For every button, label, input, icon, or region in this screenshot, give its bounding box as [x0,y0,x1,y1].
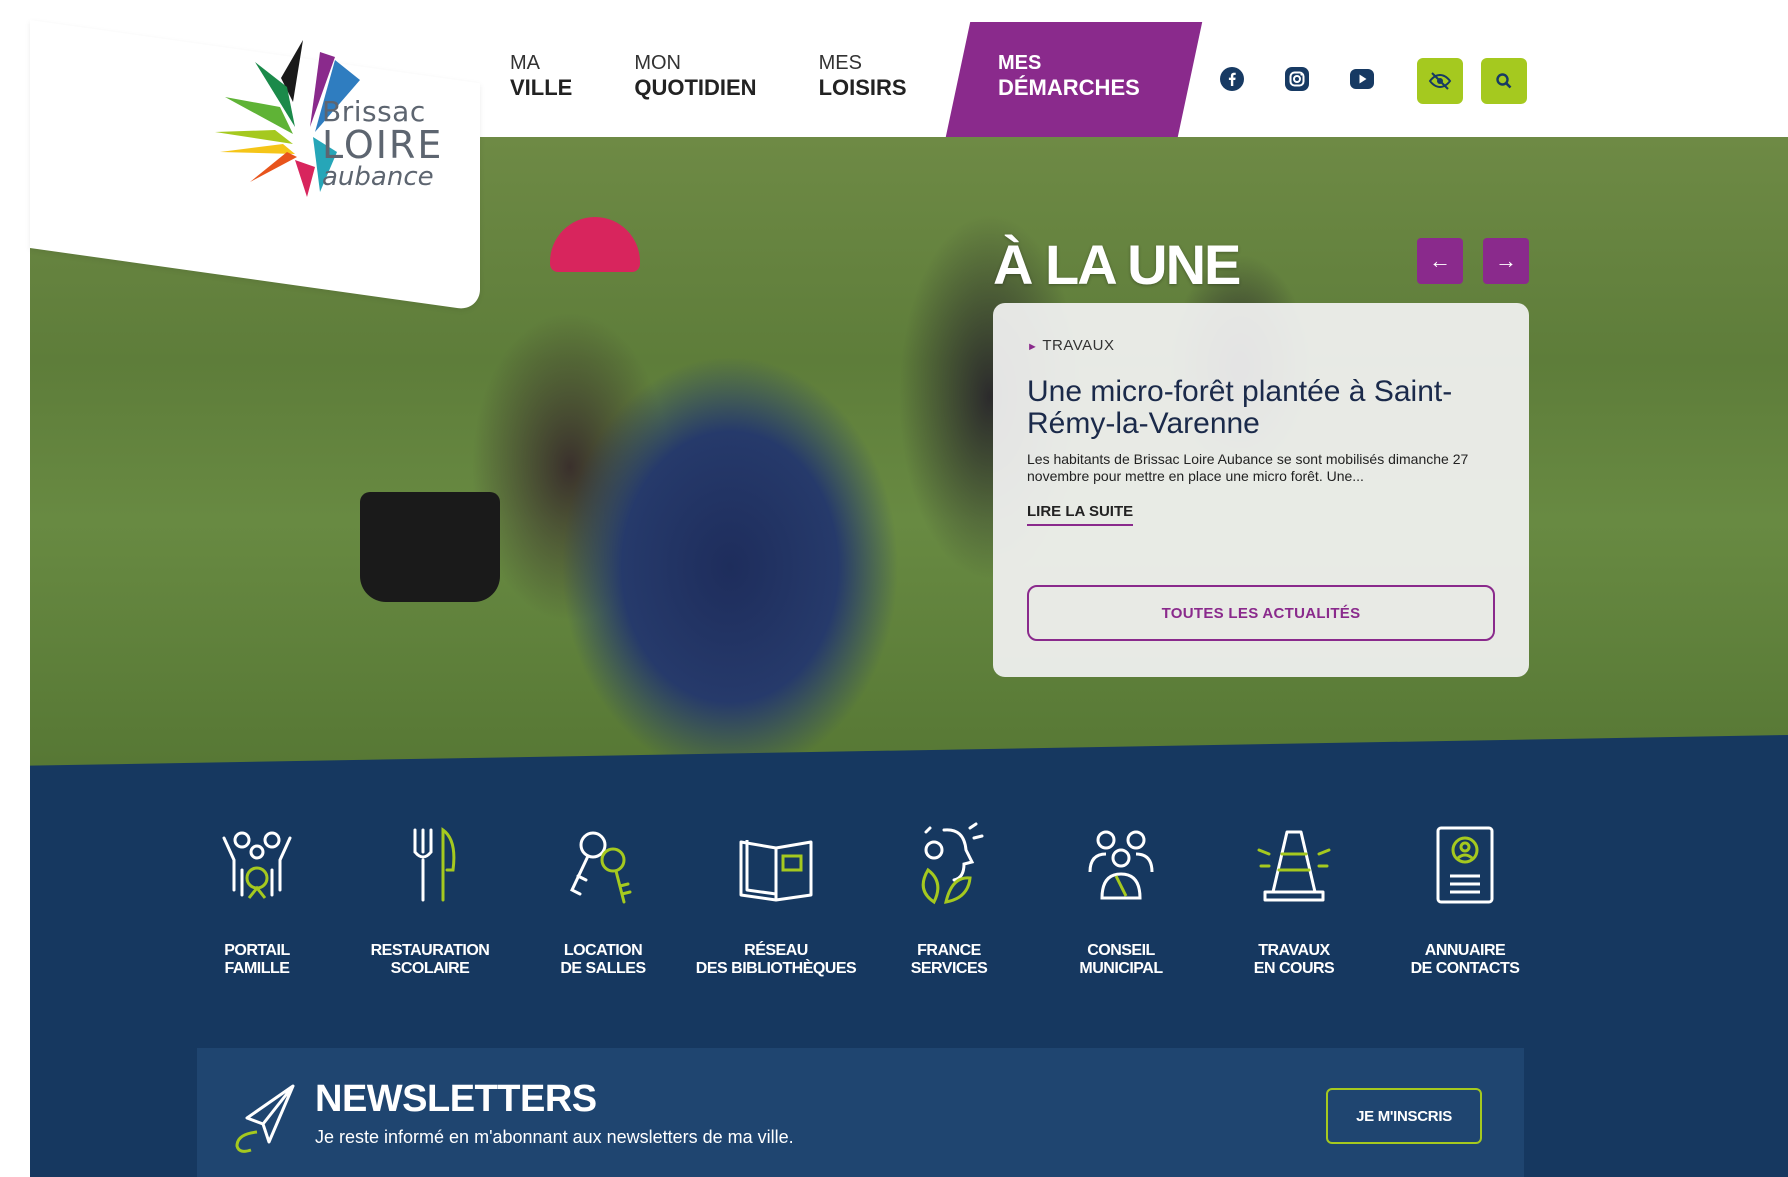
quick-link-line1: TRAVAUX [1258,942,1330,959]
nav-item-top: MON [634,52,682,74]
quick-link-line1: FRANCE [917,942,981,959]
newsletter-subscribe-button[interactable]: JE M'INSCRIS [1326,1088,1482,1144]
quick-link-annuaire-contacts[interactable]: ANNUAIRE DE CONTACTS [1380,820,1550,977]
news-excerpt: Les habitants de Brissac Loire Aubance s… [1027,451,1469,484]
quick-link-label: PORTAIL FAMILLE [172,942,342,977]
quick-link-line2: FAMILLE [224,959,290,977]
quick-link-line1: RESTAURATION [370,942,490,959]
newsletter-block: NEWSLETTERS Je reste informé en m'abonna… [197,1048,1524,1177]
quick-link-line2: MUNICIPAL [1079,959,1163,977]
book-icon [739,840,813,902]
quick-link-line1: RÉSEAU [744,942,808,959]
quick-link-label: LOCATION DE SALLES [518,942,688,977]
quick-link-portail-famille[interactable]: PORTAIL FAMILLE [172,820,342,977]
quick-link-line1: PORTAIL [224,942,290,959]
newsletter-title: NEWSLETTERS [315,1078,597,1120]
arrow-right-icon: → [1495,248,1517,273]
quick-link-travaux-en-cours[interactable]: TRAVAUX EN COURS [1209,820,1379,977]
search-icon[interactable] [1481,58,1527,104]
brand-wordmark: Brissac LOIRE aubance [322,95,444,192]
family-icon [222,831,292,899]
quick-link-line1: LOCATION [563,942,643,959]
nav-item-bottom: DÉMARCHES [998,75,1140,100]
hero-title: À LA UNE [993,233,1241,296]
facebook-icon[interactable] [1217,64,1247,94]
contact-book-icon [1436,826,1494,904]
quick-link-line2: SERVICES [910,959,988,977]
brand-line2: LOIRE [322,123,444,167]
read-more-link[interactable]: LIRE LA SUITE [1027,503,1134,526]
paper-plane-icon [235,1084,295,1153]
quick-link-label: FRANCE SERVICES [864,942,1034,977]
quick-link-restauration-scolaire[interactable]: RESTAURATION SCOLAIRE [345,820,515,977]
hero-decoration [360,492,500,602]
quick-link-location-salles[interactable]: LOCATION DE SALLES [518,820,688,977]
news-title[interactable]: Une micro-forêt plantée à Saint-Rémy-la-… [1027,376,1477,439]
quick-link-france-services[interactable]: FRANCE SERVICES [864,820,1034,977]
youtube-icon[interactable] [1347,64,1377,94]
quick-link-line2: EN COURS [1253,959,1335,977]
nav-item-bottom: VILLE [510,75,573,100]
quick-link-label: ANNUAIRE DE CONTACTS [1380,942,1550,977]
quick-link-label: TRAVAUX EN COURS [1209,942,1379,977]
quick-link-reseau-bibliotheques[interactable]: RÉSEAU DES BIBLIOTHÈQUES [691,820,861,977]
news-category: ► TRAVAUX [1027,337,1495,354]
triangle-icon: ► [1027,341,1039,353]
quick-link-line2: SCOLAIRE [390,959,470,977]
quick-link-label: RÉSEAU DES BIBLIOTHÈQUES [691,942,861,977]
nav-item-mes-loisirs[interactable]: MES LOISIRS [819,52,907,100]
nav-item-bottom: LOISIRS [818,75,907,100]
quick-link-line1: CONSEIL [1087,942,1155,959]
quick-link-line2: DE SALLES [560,959,646,977]
traffic-cone-icon [1257,830,1331,902]
quick-link-line2: DES BIBLIOTHÈQUES [695,959,857,977]
quick-link-label: CONSEIL MUNICIPAL [1036,942,1206,977]
nav-item-top: MES [818,52,862,74]
news-card: ► TRAVAUX Une micro-forêt plantée à Saint… [993,303,1529,677]
quick-link-line2: DE CONTACTS [1410,959,1520,977]
nav-item-top: MES [998,52,1042,74]
carousel-prev-button[interactable]: ← [1417,238,1463,284]
all-news-button[interactable]: TOUTES LES ACTUALITÉS [1027,585,1495,641]
news-category-label: TRAVAUX [1042,337,1115,354]
fork-knife-icon [413,827,456,902]
nav-item-ma-ville[interactable]: MA VILLE [510,52,572,100]
newsletter-subtitle: Je reste informé en m'abonnant aux newsl… [315,1127,794,1147]
brand-line3: aubance [322,162,434,192]
hero-decoration [550,217,640,272]
arrow-left-icon: ← [1429,248,1451,273]
main-nav: MA VILLE MON QUOTIDIEN MES LOISIRS [510,52,969,100]
quick-link-label: RESTAURATION SCOLAIRE [345,942,515,977]
council-icon [1088,830,1154,900]
accessibility-eye-icon[interactable] [1417,58,1463,104]
france-services-icon [921,822,984,905]
brand-line1: Brissac [322,95,426,128]
quick-link-conseil-municipal[interactable]: CONSEIL MUNICIPAL [1036,820,1206,977]
quick-link-line1: ANNUAIRE [1424,942,1506,959]
nav-item-mon-quotidien[interactable]: MON QUOTIDIEN [634,52,756,100]
carousel-next-button[interactable]: → [1483,238,1529,284]
keys-icon [570,831,632,904]
nav-item-mes-demarches[interactable]: MES DÉMARCHES [998,52,1140,100]
nav-item-top: MA [510,52,540,74]
nav-item-bottom: QUOTIDIEN [634,75,757,100]
instagram-icon[interactable] [1282,64,1312,94]
